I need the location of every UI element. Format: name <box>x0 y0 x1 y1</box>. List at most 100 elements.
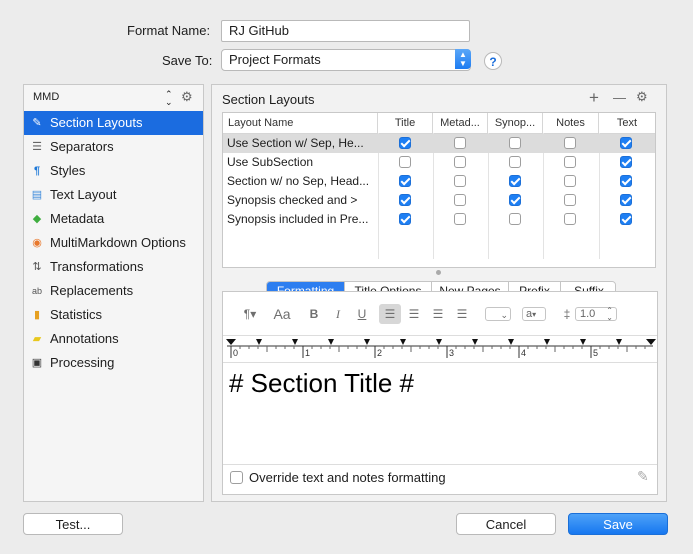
sidebar-item-styles[interactable]: ¶ Styles <box>24 159 203 183</box>
sidebar-item-label: Replacements <box>50 283 134 298</box>
save-to-popup[interactable]: Project Formats ▲ ▼ <box>221 49 471 71</box>
column-header-title[interactable]: Title <box>378 113 433 133</box>
layout-name-cell: Synopsis included in Pre... <box>227 212 369 226</box>
metadata-checkbox[interactable] <box>454 137 466 149</box>
tab-stop-marker[interactable] <box>256 339 262 345</box>
right-indent-marker[interactable] <box>646 339 656 345</box>
stepper-icon: ⌃ ⌄ <box>606 306 613 322</box>
metadata-checkbox[interactable] <box>454 213 466 225</box>
table-row[interactable]: Use SubSection <box>223 153 655 172</box>
line-spacing-stepper[interactable]: 1.0 ⌃ ⌄ <box>575 306 617 322</box>
sidebar-item-separators[interactable]: ☰ Separators <box>24 135 203 159</box>
tab-stop-marker[interactable] <box>400 339 406 345</box>
preview-text[interactable]: # Section Title # <box>229 368 414 399</box>
table-row[interactable]: Synopsis included in Pre... <box>223 210 655 229</box>
synopsis-checkbox[interactable] <box>509 137 521 149</box>
table-row[interactable]: Use Section w/ Sep, He... <box>223 134 655 153</box>
align-justify-button[interactable]: ☰ <box>451 304 473 324</box>
format-name-field[interactable]: RJ GitHub <box>221 20 470 42</box>
text-checkbox[interactable] <box>620 194 632 206</box>
brush-icon[interactable]: ✎ <box>637 468 649 485</box>
sidebar-item-label: Processing <box>50 355 115 370</box>
title-checkbox[interactable] <box>399 137 411 149</box>
notes-checkbox[interactable] <box>564 194 576 206</box>
highlight-color-popup[interactable]: ⌄ <box>485 307 511 321</box>
title-checkbox[interactable] <box>399 194 411 206</box>
align-center-button[interactable]: ☰ <box>403 304 425 324</box>
tab-stop-marker[interactable] <box>508 339 514 345</box>
synopsis-checkbox[interactable] <box>509 175 521 187</box>
align-left-button[interactable]: ☰ <box>379 304 401 324</box>
tab-stop-marker[interactable] <box>580 339 586 345</box>
sidebar-item-section-layouts[interactable]: ✎ Section Layouts <box>24 111 203 135</box>
text-checkbox[interactable] <box>620 175 632 187</box>
sidebar-item-statistics[interactable]: ▮ Statistics <box>24 303 203 327</box>
text-checkbox[interactable] <box>620 213 632 225</box>
sidebar-item-processing[interactable]: ▣ Processing <box>24 351 203 375</box>
table-row[interactable]: Synopsis checked and > <box>223 191 655 210</box>
section-layouts-title: Section Layouts <box>222 92 315 107</box>
text-checkbox[interactable] <box>620 156 632 168</box>
sidebar-item-text-layout[interactable]: ▤ Text Layout <box>24 183 203 207</box>
sidebar-item-annotations[interactable]: ▰ Annotations <box>24 327 203 351</box>
font-color-popup[interactable]: a▾ <box>522 307 546 321</box>
metadata-checkbox[interactable] <box>454 156 466 168</box>
metadata-checkbox[interactable] <box>454 175 466 187</box>
notes-checkbox[interactable] <box>564 137 576 149</box>
notes-checkbox[interactable] <box>564 156 576 168</box>
chevron-updown-icon: ⌃ ⌄ <box>165 89 173 107</box>
tab-stop-marker[interactable] <box>616 339 622 345</box>
sidebar-item-transformations[interactable]: ⇅ Transformations <box>24 255 203 279</box>
paragraph-style-icon[interactable]: ¶▾ <box>235 304 265 324</box>
tab-stop-marker[interactable] <box>436 339 442 345</box>
remove-layout-button[interactable]: — <box>613 90 626 105</box>
column-header-metadata[interactable]: Metad... <box>433 113 488 133</box>
sidebar-item-replacements[interactable]: ab Replacements <box>24 279 203 303</box>
split-handle[interactable] <box>436 270 441 275</box>
italic-button[interactable]: I <box>329 304 347 324</box>
sidebar-item-metadata[interactable]: ◆ Metadata <box>24 207 203 231</box>
gear-icon[interactable]: ⚙ <box>636 89 648 105</box>
tab-stop-marker[interactable] <box>544 339 550 345</box>
table-body: Use Section w/ Sep, He... Use SubSection S… <box>223 134 655 260</box>
font-size-button[interactable]: Aa <box>271 304 293 324</box>
add-layout-button[interactable]: + <box>589 88 599 108</box>
metadata-checkbox[interactable] <box>454 194 466 206</box>
align-right-button[interactable]: ☰ <box>427 304 449 324</box>
synopsis-checkbox[interactable] <box>509 213 521 225</box>
title-checkbox[interactable] <box>399 156 411 168</box>
notes-checkbox[interactable] <box>564 213 576 225</box>
notes-checkbox[interactable] <box>564 175 576 187</box>
column-header-layout-name[interactable]: Layout Name <box>223 113 378 133</box>
synopsis-checkbox[interactable] <box>509 156 521 168</box>
ruler-label: 3 <box>449 348 455 358</box>
title-checkbox[interactable] <box>399 175 411 187</box>
tab-stop-marker[interactable] <box>292 339 298 345</box>
table-row[interactable]: Section w/ no Sep, Head... <box>223 172 655 191</box>
override-checkbox[interactable] <box>230 471 243 484</box>
column-header-text[interactable]: Text <box>599 113 655 133</box>
column-header-notes[interactable]: Notes <box>543 113 599 133</box>
column-header-synopsis[interactable]: Synop... <box>488 113 543 133</box>
help-button[interactable]: ? <box>484 52 502 70</box>
title-checkbox[interactable] <box>399 213 411 225</box>
ruler-label: 1 <box>305 348 311 358</box>
bold-button[interactable]: B <box>305 304 323 324</box>
first-indent-marker[interactable] <box>226 339 236 345</box>
sidebar-item-multimarkdown-options[interactable]: ◉ MultiMarkdown Options <box>24 231 203 255</box>
tab-stop-marker[interactable] <box>364 339 370 345</box>
cancel-button[interactable]: Cancel <box>456 513 556 535</box>
synopsis-checkbox[interactable] <box>509 194 521 206</box>
underline-button[interactable]: U <box>353 304 371 324</box>
tab-stop-marker[interactable] <box>328 339 334 345</box>
tab-stop-marker[interactable] <box>472 339 478 345</box>
test-button[interactable]: Test... <box>23 513 123 535</box>
ruler-labels: 0 1 2 3 4 5 <box>223 348 657 360</box>
save-button[interactable]: Save <box>568 513 668 535</box>
gear-icon[interactable]: ⚙ <box>181 89 193 105</box>
sidebar-popup[interactable]: MMD ⌃ ⌄ <box>33 89 173 107</box>
text-checkbox[interactable] <box>620 137 632 149</box>
ruler[interactable]: 0 1 2 3 4 5 <box>223 335 657 363</box>
line-spacing-value: 1.0 <box>580 308 596 320</box>
code-icon: ◉ <box>32 237 42 249</box>
